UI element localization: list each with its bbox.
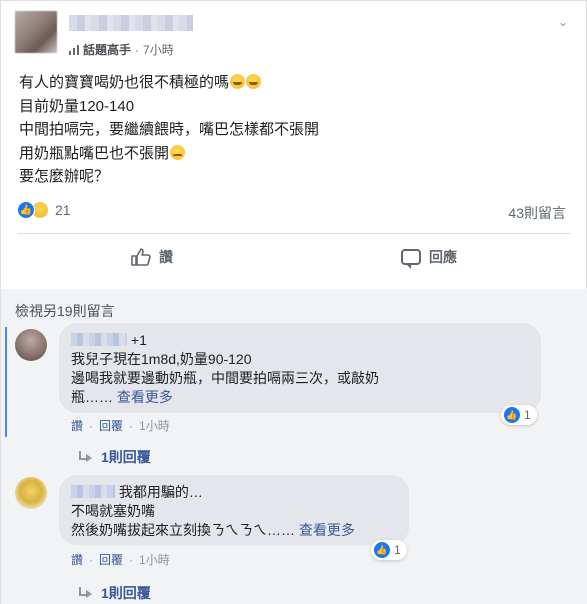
comment-button[interactable]: 回應 (401, 247, 457, 269)
post-line-5: 要怎麼辦呢？ (19, 168, 110, 185)
chevron-down-icon[interactable]: ⌄ (558, 15, 568, 29)
highlight-thread-line (5, 327, 7, 437)
reply-arrow-icon (77, 587, 93, 599)
comment-like-link[interactable]: 讚 (71, 417, 83, 434)
comment-reply-link[interactable]: 回覆 (99, 417, 123, 434)
view-more-comments-link[interactable]: 檢視另19則留言 (15, 301, 115, 321)
separator-dot: · (129, 418, 134, 433)
like-button[interactable]: 讚 (131, 247, 173, 267)
reaction-summary[interactable]: 👍 21 (17, 201, 71, 219)
post-line-4: 用奶瓶點嘴巴也不張開 (19, 142, 319, 166)
like-reaction-icon: 👍 (17, 201, 35, 219)
like-reaction-icon: 👍 (374, 542, 390, 558)
view-replies-link[interactable]: 1則回覆 (77, 583, 151, 603)
post-time[interactable]: 7小時 (143, 41, 174, 58)
comment-count[interactable]: 43則留言 (508, 203, 566, 223)
reply-arrow-icon (77, 451, 93, 463)
comment-actions: 讚 · 回覆 · 1小時 (71, 551, 170, 568)
comment-time[interactable]: 1小時 (139, 417, 170, 434)
comment-reply-link[interactable]: 回覆 (99, 551, 123, 568)
comment-reaction-count: 1 (524, 408, 531, 422)
comment-name-suffix: 我都用騙的… (118, 484, 203, 500)
comment-actions: 讚 · 回覆 · 1小時 (71, 417, 170, 434)
author-name-redacted[interactable] (69, 15, 193, 31)
commenter-avatar[interactable] (15, 477, 47, 509)
post-text: 有人的寶寶喝奶也很不積極的嗎 目前奶量120-140 中間拍嗝完，要繼續餵時，嘴… (19, 71, 319, 189)
comment-header: +1 (71, 331, 529, 350)
speech-bubble-icon (401, 249, 421, 269)
comment-line: 然後奶嘴拔起來立刻換ㄋㄟㄋㄟ…… 查看更多 (71, 522, 355, 538)
commenter-name-redacted[interactable] (71, 485, 115, 498)
comment-reaction-count: 1 (394, 543, 401, 557)
post-line-1: 有人的寶寶喝奶也很不積極的嗎 (19, 71, 319, 95)
badge-icon (69, 44, 79, 55)
replies-count: 1則回覆 (101, 585, 151, 601)
comment-line: 邊喝我就要邊動奶瓶，中間要拍嗝兩三次，或敲奶 (71, 370, 379, 386)
like-label: 讚 (159, 249, 173, 265)
smile-emoji-icon (230, 74, 246, 89)
crying-emoji-icon (170, 144, 186, 160)
replies-count: 1則回覆 (101, 449, 151, 465)
separator-dot: · (89, 418, 94, 433)
like-reaction-icon: 👍 (504, 407, 520, 423)
divider (17, 233, 570, 234)
comment-name-suffix: +1 (130, 332, 147, 348)
author-avatar[interactable] (15, 11, 57, 53)
comment-header: 我都用騙的… (71, 483, 397, 502)
comment-bubble: 我都用騙的… 不喝就塞奶嘴 然後奶嘴拔起來立刻換ㄋㄟㄋㄟ…… 查看更多 (59, 475, 409, 545)
comment-label: 回應 (429, 249, 457, 265)
comment-line: 瓶…… 查看更多 (71, 389, 173, 405)
separator-dot: · (129, 552, 134, 567)
commenter-avatar[interactable] (15, 329, 47, 361)
comment-line: 我兒子現在1m8d,奶量90-120 (71, 351, 252, 367)
comments-section: 檢視另19則留言 +1 我兒子現在1m8d,奶量90-120 邊喝我就要邊動奶瓶… (1, 289, 587, 604)
see-more-link[interactable]: 查看更多 (299, 522, 355, 538)
view-replies-link[interactable]: 1則回覆 (77, 447, 151, 467)
comment-reaction-badge[interactable]: 👍 1 (371, 540, 407, 560)
post-meta: 話題高手 · 7小時 (69, 41, 174, 58)
post-line-2: 目前奶量120-140 (19, 97, 135, 115)
post-line-3: 中間拍嗝完，要繼續餵時，嘴巴怎樣都不張開 (19, 121, 320, 138)
comment-like-link[interactable]: 讚 (71, 551, 83, 568)
meta-dot: · (135, 42, 140, 57)
see-more-link[interactable]: 查看更多 (117, 389, 173, 405)
comment-time[interactable]: 1小時 (139, 551, 170, 568)
comment-bubble: +1 我兒子現在1m8d,奶量90-120 邊喝我就要邊動奶瓶，中間要拍嗝兩三次… (59, 323, 541, 413)
comment-reaction-badge[interactable]: 👍 1 (501, 405, 537, 425)
reaction-count: 21 (55, 202, 71, 218)
commenter-name-redacted[interactable] (71, 333, 127, 346)
thumbs-up-icon (131, 248, 151, 266)
smile-emoji-icon (246, 74, 262, 89)
post-card: 話題高手 · 7小時 ⌄ 有人的寶寶喝奶也很不積極的嗎 目前奶量120-140 … (0, 0, 587, 604)
comment-line: 不喝就塞奶嘴 (71, 503, 155, 519)
separator-dot: · (89, 552, 94, 567)
badge-label: 話題高手 (83, 43, 132, 57)
